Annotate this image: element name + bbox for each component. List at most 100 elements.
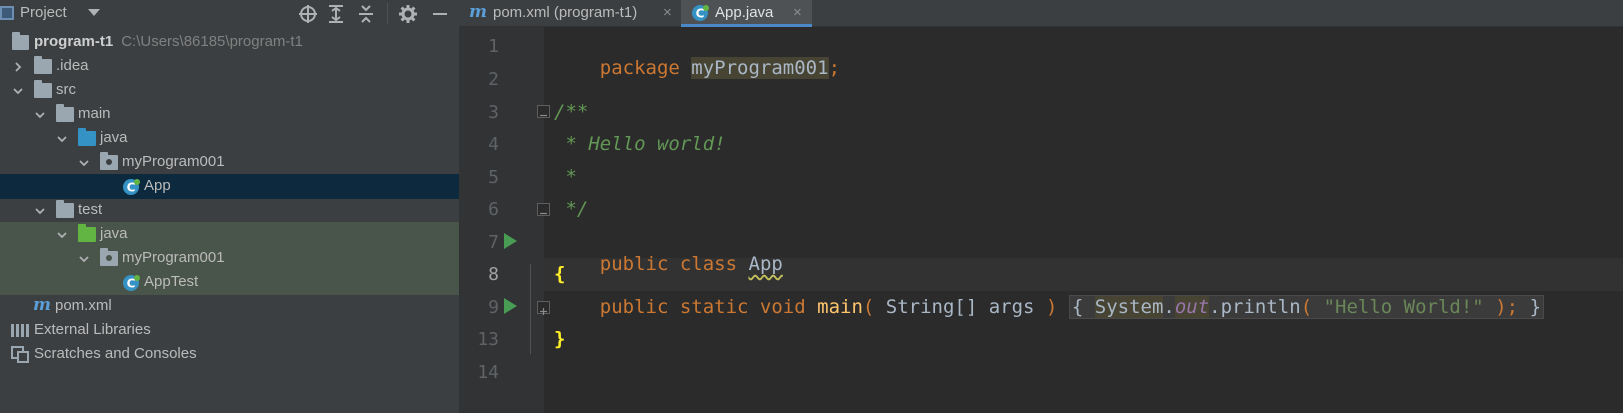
code-line-1: package myProgram001; [554,35,840,101]
java-class-icon: C [692,5,709,21]
chevron-right-icon[interactable] [12,61,24,73]
line-number: 3 [488,102,499,123]
chevron-down-icon[interactable] [56,229,68,241]
tree-item-apptest[interactable]: C AppTest [0,270,459,295]
chevron-down-icon[interactable] [34,109,46,121]
fold-expand-icon[interactable] [537,301,550,315]
line-number: 14 [477,362,499,383]
tree-item-main[interactable]: main [0,102,459,127]
tree-item-label: myProgram001 [122,153,225,170]
package-icon [100,248,118,266]
paren: ( [1300,296,1313,318]
fold-collapse-icon[interactable] [537,105,550,118]
tree-item-src[interactable]: src [0,78,459,103]
tree-item-external-libraries[interactable]: External Libraries [0,318,459,343]
toolbar-divider [387,3,388,24]
java-class-icon: C [123,275,140,291]
tree-item-main-java[interactable]: java [0,126,459,151]
fold-guide [530,264,531,354]
close-icon[interactable]: × [663,4,672,21]
line-number: 7 [488,232,499,253]
run-main-icon[interactable] [504,298,517,314]
project-pane-title[interactable]: Project [20,4,67,21]
code-line-9: public static void main( String[] args )… [554,295,1545,319]
tree-item-label: test [78,201,103,218]
tree-item-pom[interactable]: m pom.xml [0,294,459,319]
code-editor[interactable]: 1 2 3 4 5 6 7 8 9 13 14 package myProgra… [459,27,1623,413]
paren: ) [1045,296,1058,318]
editor-tab-bar: m pom.xml (program-t1) × C App.java × [459,0,1623,27]
semicolon: ; [1506,296,1519,318]
project-pane-header: Project [0,0,459,27]
paren: ( [862,296,875,318]
folded-body[interactable]: { System.out.println( "Hello World!" ); … [1068,295,1545,319]
tree-item-scratches[interactable]: Scratches and Consoles [0,342,459,367]
locate-file-icon[interactable] [298,4,318,24]
tree-item-label: Scratches and Consoles [34,345,197,362]
code-line-3: /** [554,101,589,123]
code-line-7: public class App [554,231,783,297]
code-line-5: * [554,166,577,188]
tree-item-test-java[interactable]: java [0,222,459,247]
package-name: myProgram001 [691,57,829,79]
close-icon[interactable]: × [793,4,802,21]
line-number: 2 [488,69,499,90]
code-line-6: */ [554,198,589,220]
tree-item-project-root[interactable]: program-t1 C:\Users\86185\program-t1 [0,30,459,55]
package-icon [100,152,118,170]
class-name: App [748,253,783,275]
tree-item-label: src [56,81,76,98]
source-folder-icon [78,128,96,146]
parameters: String[] args [874,296,1046,318]
line-number: 5 [488,167,499,188]
code-line-4: * Hello world! [554,133,726,155]
tab-label: pom.xml (program-t1) [493,4,638,21]
keyword: public static void [599,296,806,318]
method-name: main [817,296,863,318]
tree-item-test-package[interactable]: myProgram001 [0,246,459,271]
gear-icon[interactable] [398,4,418,24]
chevron-down-icon[interactable] [78,253,90,265]
chevron-down-icon[interactable] [12,85,24,97]
keyword: package [599,57,680,79]
tree-item-label: java [100,129,128,146]
tree-item-label: App [144,177,171,194]
collapse-all-icon[interactable] [356,4,376,24]
identifier-system: System [1094,296,1164,318]
chevron-down-icon[interactable] [56,133,68,145]
project-root-label: program-t1 [34,33,114,50]
tree-item-idea[interactable]: .idea [0,54,459,79]
paren: ) [1495,296,1507,318]
expand-all-icon[interactable] [326,4,346,24]
tree-item-label: .idea [56,57,89,74]
line-number: 4 [488,134,499,155]
view-dropdown-icon[interactable] [88,9,100,16]
line-number: 9 [488,297,499,318]
run-class-icon[interactable] [504,233,517,249]
field-out: out [1174,296,1210,318]
line-number: 6 [488,199,499,220]
tree-item-label: myProgram001 [122,249,225,266]
tab-pom-xml[interactable]: m pom.xml (program-t1) × [459,0,681,27]
tree-item-main-package[interactable]: myProgram001 [0,150,459,175]
editor-gutter: 1 2 3 4 5 6 7 8 9 13 14 [459,27,550,413]
fold-end-icon[interactable] [537,203,550,216]
line-number: 13 [477,329,499,350]
code-line-8: { [554,263,566,285]
folder-icon [34,80,52,98]
test-folder-icon [78,224,96,242]
chevron-down-icon[interactable] [78,157,90,169]
module-folder-icon [12,32,29,50]
dot: . [1163,296,1175,318]
tree-item-app[interactable]: C App [0,174,459,199]
chevron-down-icon[interactable] [34,205,46,217]
line-number: 8 [488,264,499,285]
minimize-icon[interactable] [430,4,450,24]
brace: } [1529,296,1542,318]
code-line-13: } [554,328,566,350]
project-root-path: C:\Users\86185\program-t1 [121,33,303,50]
tab-app-java[interactable]: C App.java × [681,0,812,27]
java-class-icon: C [123,179,140,195]
tree-item-test[interactable]: test [0,198,459,223]
tree-item-label: main [78,105,111,122]
